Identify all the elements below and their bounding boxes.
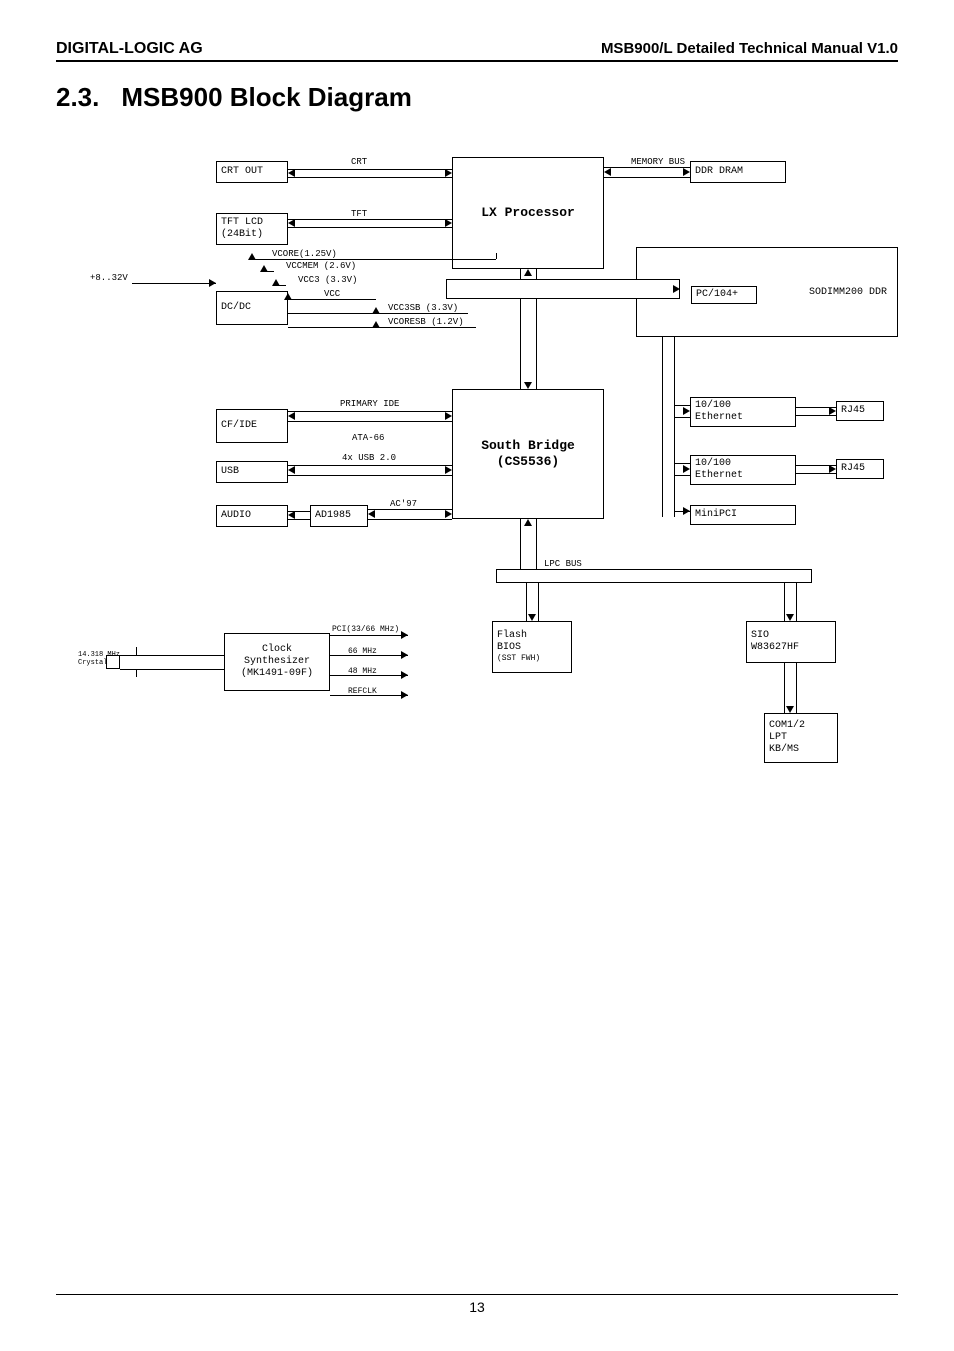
label-memory-bus: MEMORY BUS bbox=[631, 157, 685, 167]
page-footer: 13 bbox=[56, 1294, 898, 1315]
label-lpc-bus: LPC BUS bbox=[544, 559, 582, 569]
label-primary-ide: PRIMARY IDE bbox=[340, 399, 399, 409]
label-crystal-freq: 14.318 MHz bbox=[78, 651, 120, 659]
label-crystal: Crystal bbox=[78, 659, 107, 667]
label-vccmem: VCCMEM (2.6V) bbox=[286, 261, 356, 271]
block-rj45-1: RJ45 bbox=[836, 401, 884, 421]
block-minipci: MiniPCI bbox=[690, 505, 796, 525]
block-tft-lcd: TFT LCD (24Bit) bbox=[216, 213, 288, 245]
label-vin: +8..32V bbox=[90, 273, 128, 283]
header-company: DIGITAL-LOGIC AG bbox=[56, 40, 203, 58]
page-number: 13 bbox=[469, 1299, 485, 1315]
label-vcc: VCC bbox=[324, 289, 340, 299]
label-pci-3366: PCI(33/66 MHz) bbox=[332, 625, 399, 634]
lpc-bus-rect bbox=[496, 569, 812, 583]
header-doc-title: MSB900/L Detailed Technical Manual V1.0 bbox=[601, 40, 898, 58]
block-com-lpt-kb: COM1/2 LPT KB/MS bbox=[764, 713, 838, 763]
block-ad1985: AD1985 bbox=[310, 505, 368, 527]
block-clock-synthesizer: Clock Synthesizer (MK1491-09F) bbox=[224, 633, 330, 691]
label-ata66: ATA-66 bbox=[352, 433, 384, 443]
block-cf-ide: CF/IDE bbox=[216, 409, 288, 443]
block-lx-processor: LX Processor bbox=[452, 157, 604, 269]
block-ethernet-1: 10/100 Ethernet bbox=[690, 397, 796, 427]
section-number: 2.3. bbox=[56, 82, 99, 113]
block-audio: AUDIO bbox=[216, 505, 288, 527]
label-vcoresb: VCORESB (1.2V) bbox=[388, 317, 464, 327]
label-tft-bus: TFT bbox=[351, 209, 367, 219]
label-vcc3: VCC3 (3.3V) bbox=[298, 275, 357, 285]
block-diagram: LX Processor South Bridge (CS5536) CRT O… bbox=[76, 153, 896, 873]
label-vcc3sb: VCC3SB (3.3V) bbox=[388, 303, 458, 313]
block-dcdc: DC/DC bbox=[216, 291, 288, 325]
block-sio: SIO W83627HF bbox=[746, 621, 836, 663]
pci-bus-rect bbox=[446, 279, 680, 299]
label-ac97: AC'97 bbox=[390, 499, 417, 509]
block-rj45-2: RJ45 bbox=[836, 459, 884, 479]
block-usb: USB bbox=[216, 461, 288, 483]
block-ddr-dram: DDR DRAM bbox=[690, 161, 786, 183]
page-header: DIGITAL-LOGIC AG MSB900/L Detailed Techn… bbox=[56, 40, 898, 62]
block-flash-bios: Flash BIOS (SST FWH) bbox=[492, 621, 572, 673]
label-crt-bus: CRT bbox=[351, 157, 367, 167]
block-ethernet-2: 10/100 Ethernet bbox=[690, 455, 796, 485]
block-south-bridge: South Bridge (CS5536) bbox=[452, 389, 604, 519]
block-crt-out: CRT OUT bbox=[216, 161, 288, 183]
label-4xusb: 4x USB 2.0 bbox=[342, 453, 396, 463]
label-vcore: VCORE(1.25V) bbox=[272, 249, 337, 259]
section-title: MSB900 Block Diagram bbox=[121, 82, 411, 113]
block-pc104: PC/104+ bbox=[691, 286, 757, 304]
section-heading: 2.3. MSB900 Block Diagram bbox=[56, 82, 898, 113]
